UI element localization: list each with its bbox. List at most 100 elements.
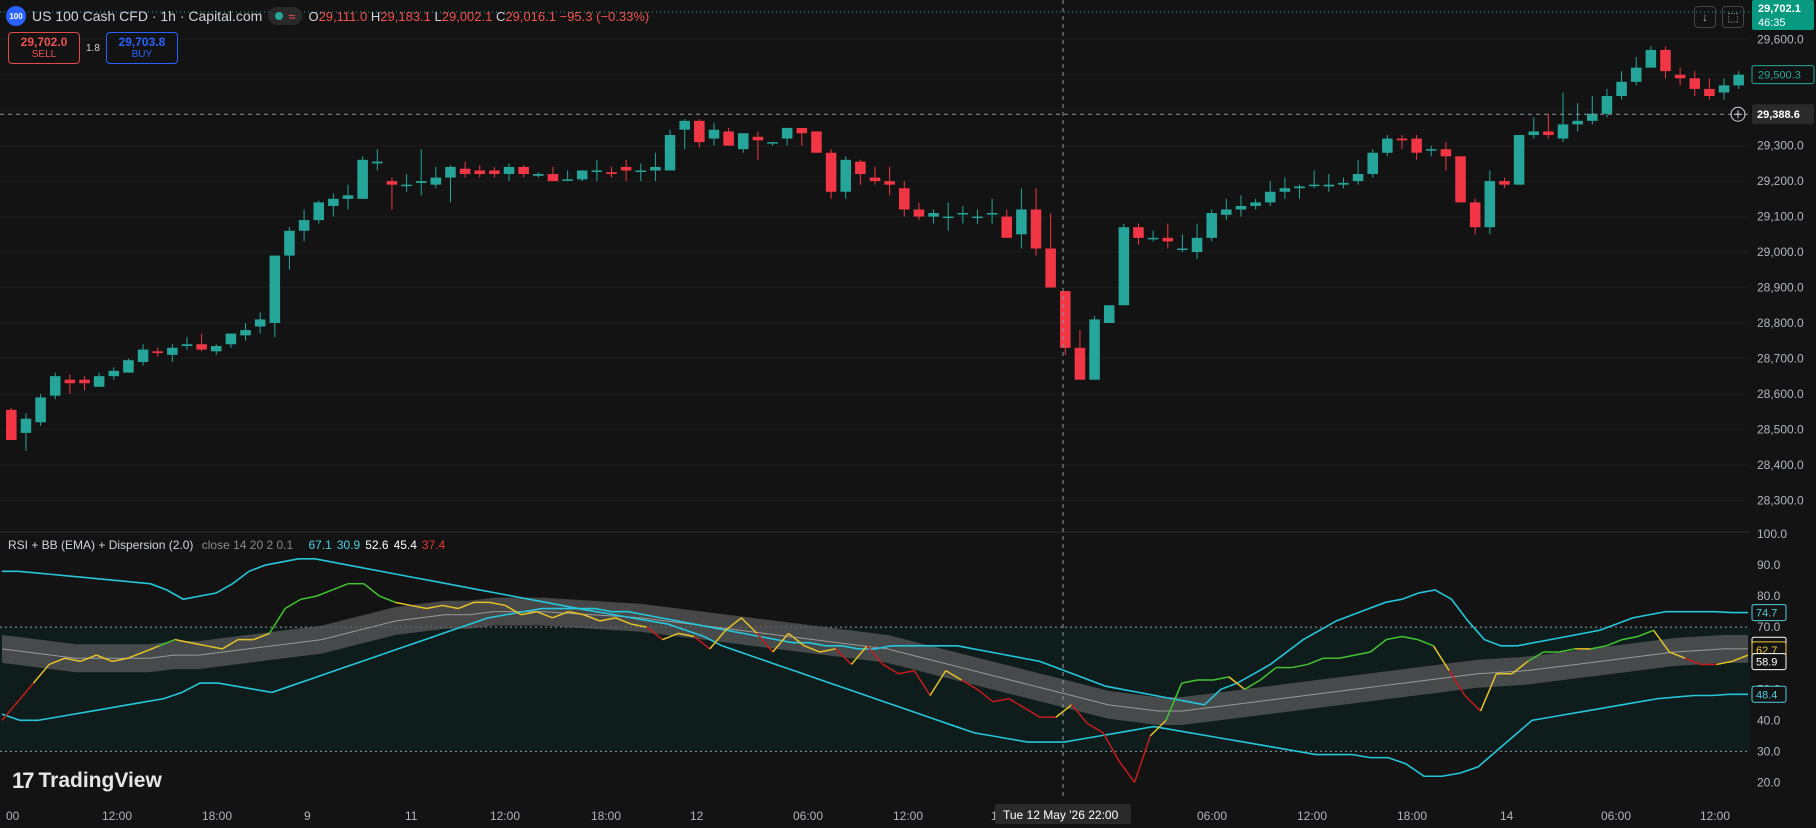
rsi-value-text: 74.7 [1756, 608, 1777, 620]
rsi-tick-label: 40.0 [1757, 713, 1781, 727]
candle-body [503, 166, 515, 175]
time-tick-label: 06:00 [793, 809, 823, 823]
scroll-to-latest-icon[interactable]: ↓ [1694, 6, 1716, 28]
candle-body [796, 127, 808, 134]
candle-body [284, 230, 295, 256]
candle-body [1103, 305, 1115, 323]
marker-price-text: 29,500.3 [1758, 70, 1801, 82]
candle-body [1191, 237, 1203, 253]
candle-body [679, 120, 690, 130]
rsi-segment [300, 595, 317, 600]
candle-body [93, 376, 105, 387]
price-axis: 29,600.029,500.029,400.029,300.029,200.0… [0, 0, 1815, 507]
candle-body [1601, 96, 1613, 114]
time-tick-label: 18:00 [591, 809, 621, 823]
candle-body [1074, 347, 1086, 380]
time-tick-label: 18:00 [1397, 809, 1427, 823]
candle-body [1484, 181, 1496, 228]
candle-body [1440, 149, 1452, 157]
candle-body [1338, 182, 1349, 185]
candle-body [49, 376, 61, 396]
candle-body [1733, 74, 1744, 86]
candle-body [576, 170, 588, 180]
candle-body [518, 166, 529, 175]
candle-body [313, 202, 325, 221]
fullscreen-icon[interactable]: ⬚ [1722, 6, 1744, 28]
candle-body [899, 188, 910, 210]
ohlc-values: O29,111.0 H29,183.1 L29,002.1 C29,016.1 … [308, 8, 650, 24]
candle-body [1543, 131, 1554, 136]
market-open-icon [275, 12, 284, 20]
indicator-params: close 14 20 2 0.1 [201, 538, 294, 552]
price-chart[interactable]: 29,600.029,500.029,400.029,300.029,200.0… [0, 0, 1816, 828]
symbol-title[interactable]: US 100 Cash CFD · 1h · Capital.com [32, 8, 262, 24]
candle-body [957, 213, 969, 215]
time-tick-label: 12:00 [490, 809, 520, 823]
rsi-segment [395, 601, 412, 607]
rsi-axis: 100.090.080.070.060.050.040.030.020.074.… [1751, 527, 1787, 789]
candle-body [533, 174, 544, 176]
candle-body [1279, 188, 1291, 192]
price-tick-label: 29,200.0 [1757, 174, 1804, 188]
candle-body [1060, 291, 1071, 348]
rsi-segment [284, 598, 302, 610]
candle-body [181, 344, 193, 347]
candle-body [606, 172, 617, 175]
candle-body [1630, 67, 1642, 82]
symbol-logo[interactable]: 100 [6, 6, 26, 26]
candle-body [547, 174, 559, 182]
candle-body [108, 370, 120, 377]
price-tick-label: 28,600.0 [1757, 387, 1804, 401]
candle-body [708, 129, 720, 139]
time-tick-label: 14 [1500, 809, 1514, 823]
time-tick-label: 12:00 [1297, 809, 1327, 823]
candle-body [1645, 49, 1657, 68]
price-change: −95.3 (−0.33%) [559, 8, 650, 24]
rsi-tick-label: 20.0 [1757, 775, 1781, 789]
rsi-pane [0, 558, 1750, 783]
price-tick-label: 29,000.0 [1757, 245, 1804, 259]
candle-body [1235, 205, 1247, 210]
price-tick-label: 28,900.0 [1757, 281, 1804, 295]
time-tick-label: 12:00 [1700, 809, 1730, 823]
candle-body [430, 177, 442, 185]
candle-body [1177, 248, 1188, 250]
candle-body [1513, 135, 1525, 185]
candle-body [913, 209, 925, 217]
rsi-tick-label: 100.0 [1757, 527, 1787, 541]
candle-body [64, 379, 76, 384]
candle-body [986, 213, 998, 215]
candle-body [1528, 131, 1540, 136]
candle-body [1045, 248, 1056, 288]
indicator-value: 52.6 [365, 538, 389, 552]
candle-body [1689, 78, 1701, 89]
price-tick-label: 28,500.0 [1757, 422, 1804, 436]
candle-body [386, 181, 398, 185]
candle-body [1587, 113, 1598, 121]
indicator-legend[interactable]: RSI + BB (EMA) + Dispersion (2.0) close … [8, 538, 455, 552]
candle-body [1455, 156, 1466, 203]
candle-body [1147, 237, 1159, 240]
candle-body [1323, 184, 1335, 187]
indicator-name: RSI + BB (EMA) + Dispersion (2.0) [8, 538, 194, 552]
indicator-value: 37.4 [421, 538, 446, 552]
time-tick-label: 18:00 [202, 809, 232, 823]
rsi-tick-label: 90.0 [1757, 558, 1781, 572]
candle-body [1264, 191, 1276, 203]
candle-body [1469, 202, 1481, 228]
market-status[interactable]: ≈ [268, 7, 303, 25]
candle-body [1206, 213, 1217, 238]
candle-body [694, 120, 705, 143]
candle-body [767, 142, 778, 144]
candle-body [1221, 209, 1232, 215]
indicator-values: 67.1 30.9 52.6 45.4 37.4 [308, 538, 450, 552]
candle-body [1411, 138, 1422, 153]
trade-panel: 29,702.0 SELL 1.8 29,703.8 BUY [8, 32, 178, 64]
sell-button[interactable]: 29,702.0 SELL [8, 32, 80, 64]
price-tick-label: 29,100.0 [1757, 210, 1804, 224]
candle-body [372, 161, 383, 164]
buy-button[interactable]: 29,703.8 BUY [105, 32, 178, 64]
candle-body [254, 319, 266, 327]
candle-body [137, 349, 149, 362]
candle-body [840, 159, 851, 192]
